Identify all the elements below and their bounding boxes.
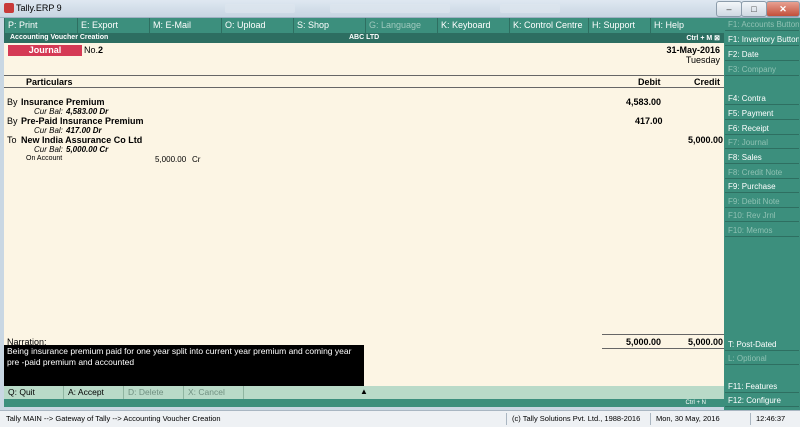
menu-export[interactable]: E: Export (77, 18, 149, 33)
menu-upload[interactable]: O: Upload (221, 18, 293, 33)
current-balance-value: 4,583.00 Dr (66, 107, 109, 116)
debit-amount[interactable]: 4,583.00 (626, 97, 661, 107)
background-tab-shape (330, 4, 450, 13)
button-inventory-buttons[interactable]: F1: Inventory Buttons (725, 33, 799, 46)
background-tab-shape (500, 4, 560, 13)
status-separator (750, 413, 751, 425)
ctrl-n-shortcut[interactable]: Ctrl + N (685, 400, 706, 406)
screen-name: Accounting Voucher Creation (10, 34, 109, 41)
ledger-name[interactable]: Insurance Premium (21, 97, 105, 107)
menu-email[interactable]: M: E-Mail (149, 18, 221, 33)
column-header-bottom-rule (4, 87, 724, 88)
entry-prefix: By (7, 97, 18, 107)
button-contra[interactable]: F4: Contra (725, 92, 799, 105)
total-debit: 5,000.00 (626, 337, 662, 347)
button-receipt[interactable]: F6: Receipt (725, 122, 799, 135)
button-credit-note[interactable]: F8: Credit Note (725, 166, 799, 179)
maximize-button[interactable]: □ (741, 1, 767, 17)
current-balance-label: Cur Bal: (34, 145, 63, 154)
bill-reference-amount[interactable]: 5,000.00 (155, 155, 186, 164)
ledger-name[interactable]: New India Assurance Co Ltd (21, 135, 142, 145)
button-payment[interactable]: F5: Payment (725, 107, 799, 120)
debit-amount[interactable]: 417.00 (635, 116, 663, 126)
button-configure[interactable]: F12: Configure (725, 394, 799, 407)
menu-language[interactable]: G: Language (365, 18, 437, 33)
tally-app-icon (4, 3, 14, 13)
voucher-number[interactable]: 2 (98, 45, 103, 55)
window-title-bar[interactable]: Tally.ERP 9 – □ ✕ (0, 0, 800, 18)
current-balance-label: Cur Bal: (34, 126, 63, 135)
voucher-type-badge[interactable]: Journal (8, 45, 82, 56)
company-name: ABC LTD (349, 34, 380, 41)
voucher-number-label: No. (84, 45, 99, 55)
window-title: Tally.ERP 9 (16, 3, 62, 13)
bill-reference-drcr: Cr (192, 155, 201, 164)
accept-button[interactable]: A: Accept (64, 386, 124, 399)
button-company[interactable]: F3: Company (725, 63, 799, 76)
status-separator (506, 413, 507, 425)
particulars-column-header: Particulars (26, 77, 73, 87)
current-balance-label: Cur Bal: (34, 107, 63, 116)
voucher-date[interactable]: 31-May-2016 (666, 45, 720, 55)
button-optional[interactable]: L: Optional (725, 352, 799, 365)
menu-control-centre[interactable]: K: Control Centre (509, 18, 588, 33)
button-features[interactable]: F11: Features (725, 380, 799, 393)
status-date: Mon, 30 May, 2016 (656, 414, 720, 423)
voucher-day: Tuesday (685, 55, 720, 65)
background-tab-shape (225, 4, 295, 13)
right-button-panel: F1: Accounts Buttons F1: Inventory Butto… (724, 18, 800, 410)
narration-field[interactable]: Being insurance premium paid for one yea… (4, 345, 364, 386)
current-balance-value: 417.00 Dr (66, 126, 102, 135)
debit-column-header: Debit (638, 77, 661, 87)
credit-column-header: Credit (694, 77, 721, 87)
navigation-path: Tally MAIN --> Gateway of Tally --> Acco… (6, 414, 221, 423)
bottom-button-bar: Q: Quit A: Accept D: Delete X: Cancel ▲ (4, 386, 724, 399)
voucher-entry-area: Journal No. 2 31-May-2016 Tuesday Partic… (4, 43, 724, 386)
cancel-button[interactable]: X: Cancel (184, 386, 244, 399)
button-memos[interactable]: F10: Memos (725, 224, 799, 237)
button-accounts-buttons[interactable]: F1: Accounts Buttons (725, 18, 799, 31)
button-purchase[interactable]: F9: Purchase (725, 180, 799, 193)
copyright-text: (c) Tally Solutions Pvt. Ltd., 1988-2016 (512, 414, 641, 423)
button-debit-note[interactable]: F9: Debit Note (725, 195, 799, 208)
entry-prefix: To (7, 135, 17, 145)
menu-support-centre[interactable]: H: Support Centre (588, 18, 650, 45)
top-menu-bar: P: Print E: Export M: E-Mail O: Upload S… (4, 18, 724, 45)
current-balance-value: 5,000.00 Cr (66, 145, 109, 154)
screen-header-strip: Accounting Voucher Creation ABC LTD Ctrl… (4, 33, 724, 43)
button-journal[interactable]: F7: Journal (725, 136, 799, 149)
totals-top-rule (602, 334, 724, 335)
menu-keyboard[interactable]: K: Keyboard (437, 18, 509, 33)
ledger-name[interactable]: Pre-Paid Insurance Premium (21, 116, 144, 126)
menu-print[interactable]: P: Print (4, 18, 77, 33)
status-bar: Tally MAIN --> Gateway of Tally --> Acco… (0, 410, 800, 427)
total-credit: 5,000.00 (688, 337, 724, 347)
button-post-dated[interactable]: T: Post-Dated (725, 338, 799, 351)
status-separator (650, 413, 651, 425)
status-time: 12:46:37 (756, 414, 786, 423)
button-sales[interactable]: F8: Sales (725, 151, 799, 164)
column-header-top-rule (4, 75, 724, 76)
button-date[interactable]: F2: Date (725, 48, 799, 61)
expand-up-icon[interactable]: ▲ (360, 387, 368, 396)
button-rev-jrnl[interactable]: F10: Rev Jrnl (725, 209, 799, 222)
close-button[interactable]: ✕ (766, 1, 800, 17)
bill-reference-type[interactable]: On Account (26, 155, 62, 162)
minimize-button[interactable]: – (716, 1, 742, 17)
button-bar-shortcut-strip: Ctrl + N (4, 399, 724, 407)
quit-button[interactable]: Q: Quit (4, 386, 64, 399)
credit-amount[interactable]: 5,000.00 (688, 135, 723, 145)
minimize-screen-shortcut[interactable]: Ctrl + M ⊠ (686, 34, 720, 42)
menu-shop[interactable]: S: Shop (293, 18, 365, 33)
menu-help[interactable]: H: Help (650, 18, 724, 33)
delete-button[interactable]: D: Delete (124, 386, 184, 399)
entry-prefix: By (7, 116, 18, 126)
totals-bottom-rule (602, 348, 724, 349)
